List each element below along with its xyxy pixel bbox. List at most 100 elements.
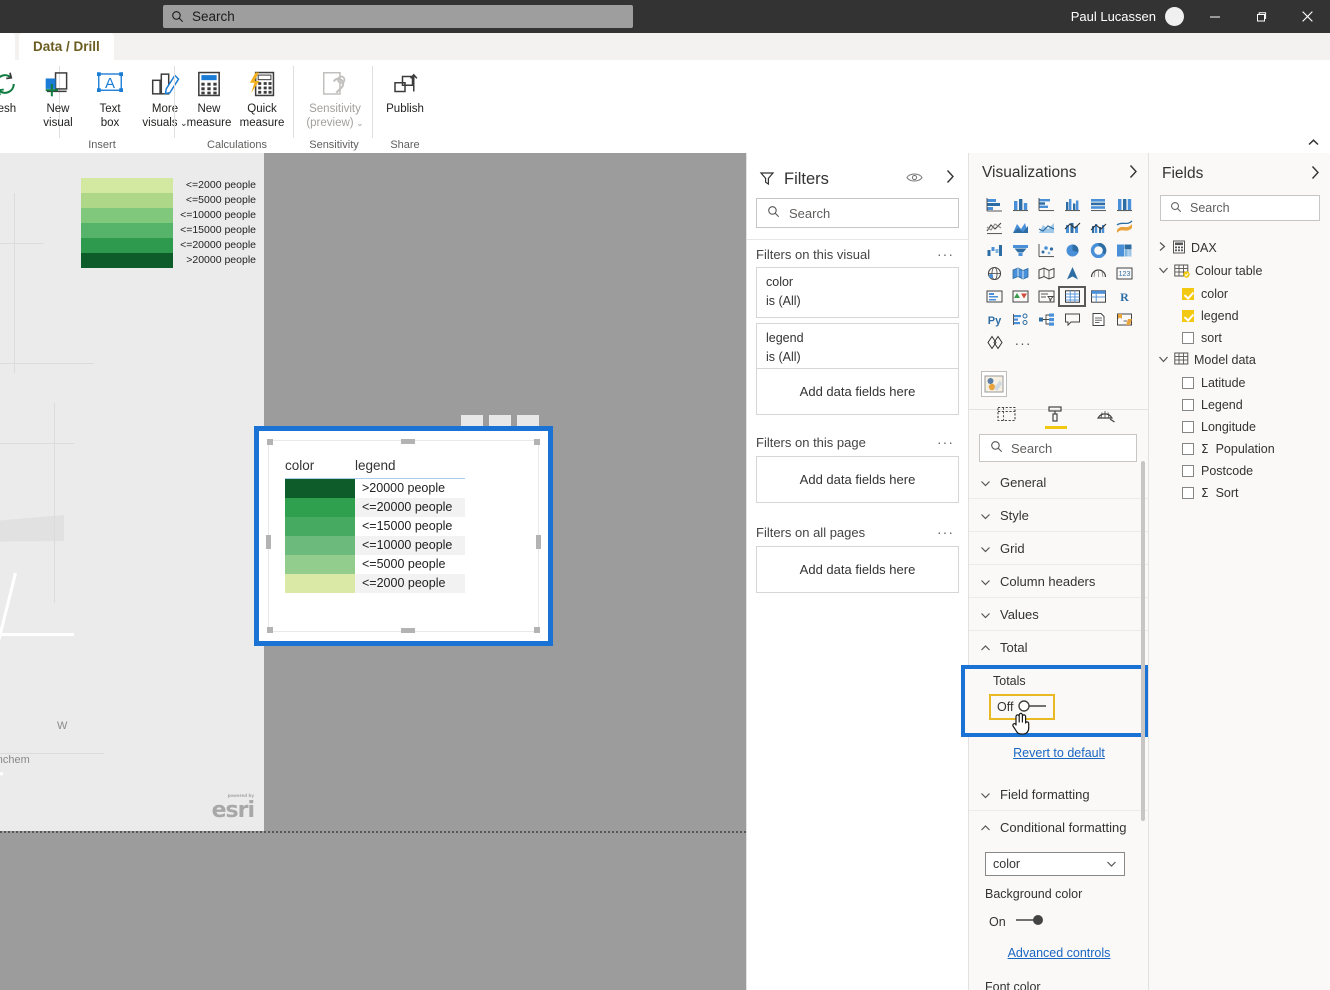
field-item-sort[interactable]: sort bbox=[1182, 327, 1222, 349]
resize-handle-w[interactable] bbox=[266, 535, 271, 549]
field-item-longitude[interactable]: Longitude bbox=[1182, 416, 1256, 438]
resize-handle-sw[interactable] bbox=[267, 627, 273, 633]
filter-card-legend[interactable]: legend is (All) bbox=[756, 323, 959, 374]
filters-visual-dropzone[interactable]: Add data fields here bbox=[756, 368, 959, 415]
advanced-controls-link[interactable]: Advanced controls bbox=[969, 946, 1149, 960]
report-canvas[interactable]: Gouda Gorinchem Nationaal Park de Biesbo… bbox=[0, 153, 746, 990]
visual-template-icon[interactable] bbox=[981, 371, 1007, 397]
format-section-values[interactable]: Values bbox=[969, 598, 1149, 631]
field-item-latitude[interactable]: Latitude bbox=[1182, 372, 1245, 394]
get-more-visuals-icon[interactable] bbox=[981, 333, 1009, 352]
stacked-column-chart-icon[interactable] bbox=[1007, 195, 1033, 214]
format-section-style[interactable]: Style bbox=[969, 499, 1149, 532]
slicer-icon[interactable] bbox=[1033, 287, 1059, 306]
table-grid[interactable]: color legend >20000 people <=20000 peopl… bbox=[285, 453, 465, 593]
new-measure-button[interactable]: New measure bbox=[180, 65, 238, 137]
checkbox-unchecked[interactable] bbox=[1182, 377, 1194, 389]
chevron-up-icon[interactable] bbox=[1302, 133, 1324, 151]
line-chart-icon[interactable] bbox=[981, 218, 1007, 237]
format-section-field-formatting[interactable]: Field formatting bbox=[969, 778, 1149, 811]
filter-card-color[interactable]: color is (All) bbox=[756, 267, 959, 318]
funnel-chart-icon[interactable] bbox=[1007, 241, 1033, 260]
resize-handle-s[interactable] bbox=[401, 628, 415, 633]
checkbox-unchecked[interactable] bbox=[1182, 443, 1194, 455]
format-section-grid[interactable]: Grid bbox=[969, 532, 1149, 565]
shape-map-icon[interactable] bbox=[1033, 264, 1059, 283]
pie-chart-icon[interactable] bbox=[1059, 241, 1085, 260]
map-icon[interactable] bbox=[981, 264, 1007, 283]
chevron-down-icon[interactable] bbox=[1158, 264, 1169, 278]
minimize-button[interactable] bbox=[1192, 0, 1238, 33]
new-visual-button[interactable]: New visual bbox=[29, 65, 87, 137]
more-options-icon[interactable]: ··· bbox=[1009, 333, 1037, 352]
checkbox-checked[interactable] bbox=[1182, 310, 1194, 322]
python-visual-icon[interactable]: Py bbox=[981, 310, 1007, 329]
avatar[interactable] bbox=[1165, 7, 1184, 26]
field-table-dax[interactable]: DAX bbox=[1158, 237, 1217, 259]
table-visual-selected[interactable]: color legend >20000 people <=20000 peopl… bbox=[254, 426, 553, 646]
column-header-color[interactable]: color bbox=[285, 458, 355, 473]
revert-to-default-link[interactable]: Revert to default bbox=[969, 746, 1149, 770]
hide-filters-icon[interactable] bbox=[906, 171, 923, 187]
global-search-box[interactable]: Search bbox=[163, 5, 633, 28]
stacked-area-chart-icon[interactable] bbox=[1033, 218, 1059, 237]
filters-section-menu-visual[interactable]: ··· bbox=[937, 246, 954, 262]
checkbox-unchecked[interactable] bbox=[1182, 332, 1194, 344]
smart-narrative-icon[interactable] bbox=[1111, 310, 1137, 329]
r-script-visual-icon[interactable]: R bbox=[1111, 287, 1137, 306]
resize-handle-se[interactable] bbox=[534, 627, 540, 633]
100-stacked-bar-chart-icon[interactable] bbox=[1085, 195, 1111, 214]
checkbox-unchecked[interactable] bbox=[1182, 487, 1194, 499]
table-row[interactable]: >20000 people bbox=[285, 479, 465, 498]
scatter-chart-icon[interactable] bbox=[1033, 241, 1059, 260]
field-item-legend-model[interactable]: Legend bbox=[1182, 394, 1243, 416]
format-section-general[interactable]: General bbox=[969, 466, 1149, 499]
fields-pane-icon[interactable] bbox=[993, 401, 1019, 427]
100-stacked-column-chart-icon[interactable] bbox=[1111, 195, 1137, 214]
line-clustered-column-chart-icon[interactable] bbox=[1085, 218, 1111, 237]
field-item-legend[interactable]: legend bbox=[1182, 305, 1239, 327]
table-row[interactable]: <=2000 people bbox=[285, 574, 465, 593]
clustered-column-chart-icon[interactable] bbox=[1059, 195, 1085, 214]
fields-search-input[interactable]: Search bbox=[1160, 195, 1320, 221]
donut-chart-icon[interactable] bbox=[1085, 241, 1111, 260]
treemap-icon[interactable] bbox=[1111, 241, 1137, 260]
filters-page-dropzone[interactable]: Add data fields here bbox=[756, 456, 959, 503]
format-section-column-headers[interactable]: Column headers bbox=[969, 565, 1149, 598]
ribbon-chart-icon[interactable] bbox=[1111, 218, 1137, 237]
analytics-magnifier-icon[interactable] bbox=[1093, 401, 1119, 427]
publish-button[interactable]: Publish bbox=[376, 65, 434, 137]
format-pane-scrollbar[interactable] bbox=[1141, 461, 1145, 821]
multi-row-card-icon[interactable] bbox=[981, 287, 1007, 306]
background-color-toggle[interactable]: On bbox=[989, 913, 1048, 930]
table-visual[interactable]: color legend >20000 people <=20000 peopl… bbox=[266, 439, 541, 633]
field-item-color[interactable]: color bbox=[1182, 283, 1228, 305]
resize-handle-e[interactable] bbox=[536, 535, 541, 549]
chevron-right-icon[interactable] bbox=[1128, 164, 1138, 184]
user-account[interactable]: Paul Lucassen bbox=[1071, 0, 1184, 33]
filters-all-pages-dropzone[interactable]: Add data fields here bbox=[756, 546, 959, 593]
card-icon[interactable]: 123 bbox=[1111, 264, 1137, 283]
azure-map-icon[interactable] bbox=[1059, 264, 1085, 283]
table-row[interactable]: <=15000 people bbox=[285, 517, 465, 536]
checkbox-unchecked[interactable] bbox=[1182, 465, 1194, 477]
area-chart-icon[interactable] bbox=[1007, 218, 1033, 237]
table-row[interactable]: <=5000 people bbox=[285, 555, 465, 574]
sensitivity-button[interactable]: Sensitivity (preview) ⌄ bbox=[299, 65, 371, 137]
field-item-population[interactable]: Σ Population bbox=[1182, 438, 1275, 460]
line-stacked-column-chart-icon[interactable] bbox=[1059, 218, 1085, 237]
checkbox-unchecked[interactable] bbox=[1182, 399, 1194, 411]
field-item-sort-model[interactable]: Σ Sort bbox=[1182, 482, 1239, 504]
qa-visual-icon[interactable] bbox=[1059, 310, 1085, 329]
matrix-icon[interactable] bbox=[1085, 287, 1111, 306]
key-influencers-icon[interactable] bbox=[1007, 310, 1033, 329]
table-row[interactable]: <=10000 people bbox=[285, 536, 465, 555]
chevron-right-icon[interactable] bbox=[1310, 165, 1320, 185]
table-icon[interactable] bbox=[1058, 286, 1086, 307]
paint-roller-icon[interactable] bbox=[1043, 401, 1069, 429]
filters-section-menu-all[interactable]: ··· bbox=[937, 524, 954, 540]
column-header-legend[interactable]: legend bbox=[355, 458, 396, 473]
stacked-bar-chart-icon[interactable] bbox=[981, 195, 1007, 214]
kpi-icon[interactable] bbox=[1007, 287, 1033, 306]
resize-handle-ne[interactable] bbox=[534, 439, 540, 445]
